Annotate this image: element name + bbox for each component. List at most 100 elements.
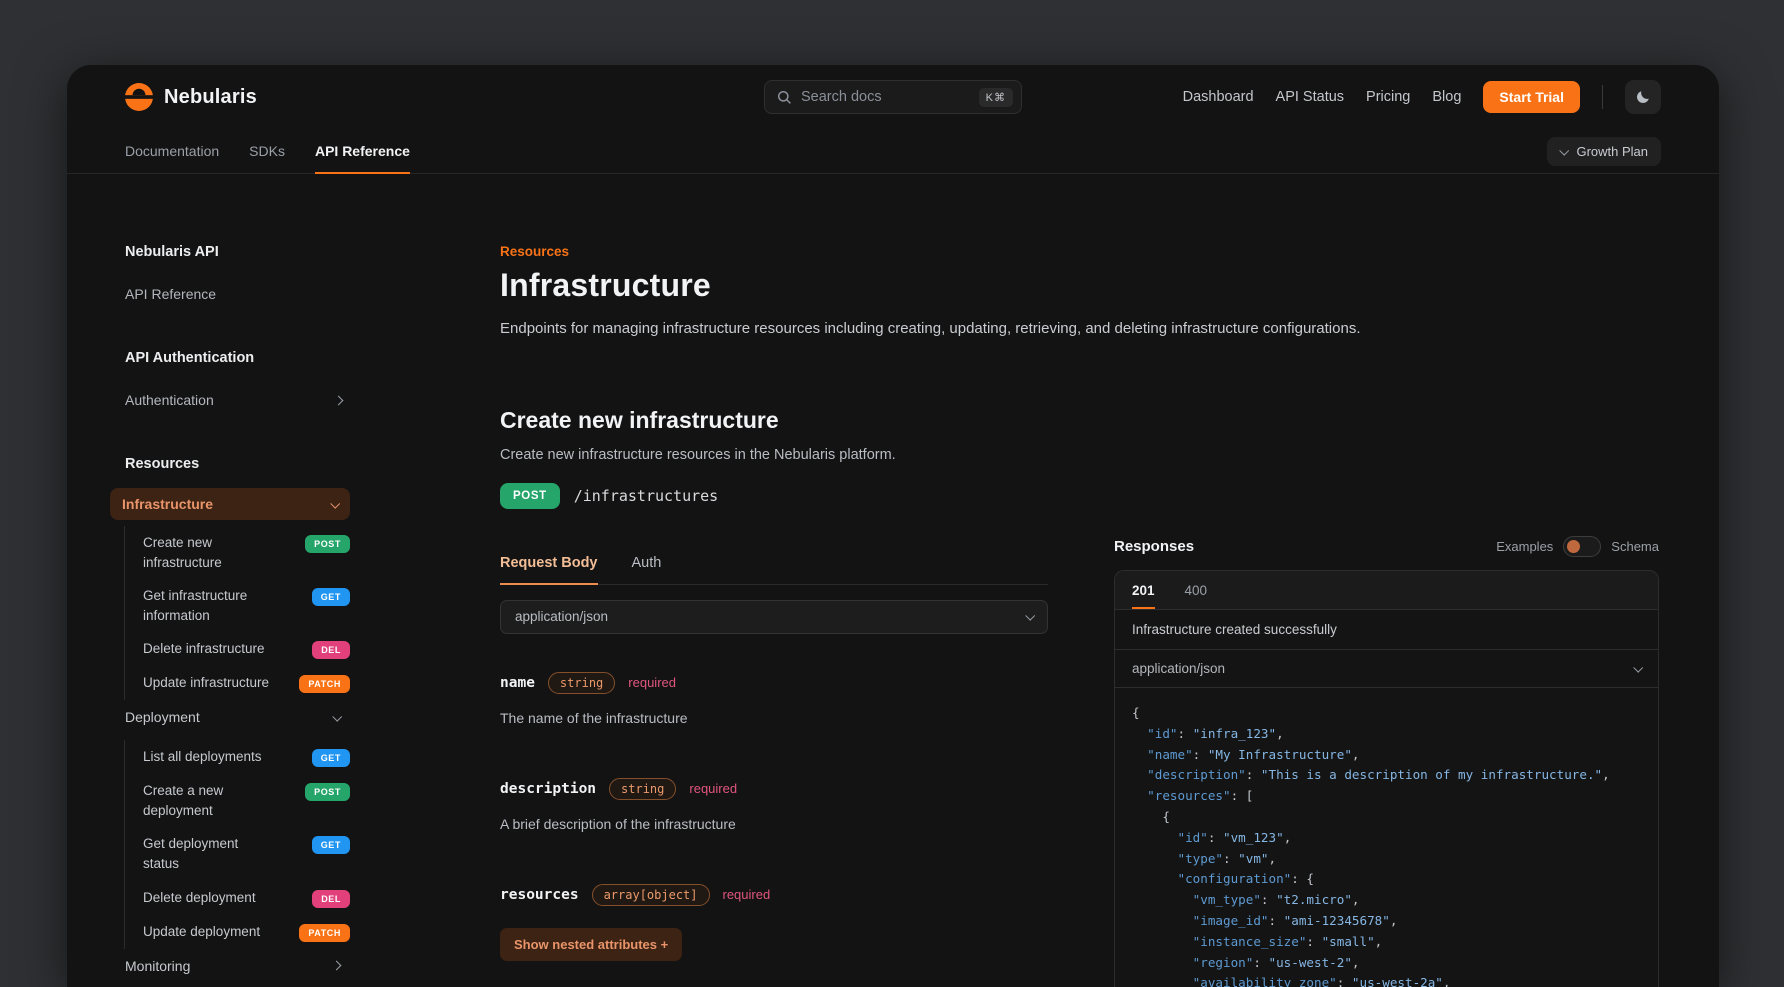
page-title: Infrastructure [500,267,1048,304]
infrastructure-endpoints: Create new infrastructure POST Get infra… [124,526,350,700]
chevron-right-icon [334,395,344,405]
chevron-down-icon [332,712,342,722]
endpoint-path: /infrastructures [574,487,719,505]
sidebar-item-infrastructure[interactable]: Infrastructure [110,488,350,520]
sidebar-item-authentication[interactable]: Authentication [110,392,350,408]
sidebar-item-label: Authentication [125,392,214,408]
param-description-field: description string required A brief desc… [500,778,1048,832]
page-description: Endpoints for managing infrastructure re… [500,318,1400,341]
app-window: Nebularis K⌘ Dashboard API Status Pricin… [67,65,1719,987]
chevron-down-icon [330,498,340,508]
sidebar-item-label: Monitoring [125,958,190,974]
examples-schema-toggle[interactable] [1563,536,1601,557]
tab-documentation[interactable]: Documentation [125,129,219,173]
param-type-pill: string [609,778,676,800]
sidebar-heading-resources: Resources [110,456,350,472]
param-name-label: description [500,781,596,797]
nebularis-logo [125,83,153,111]
chevron-down-icon [1025,611,1035,621]
method-badge: POST [305,535,350,553]
request-tabs: Request Body Auth [500,555,1048,585]
sidebar-endpoint-item[interactable]: List all deployments GET [143,740,350,774]
sidebar-item-api-reference[interactable]: API Reference [110,286,350,302]
status-tabs: 201 400 [1115,571,1658,610]
brand[interactable]: Nebularis [125,83,257,111]
deployment-endpoints: List all deployments GET Create a new de… [124,740,350,948]
response-content-type-select[interactable]: application/json [1115,650,1658,688]
moon-icon [1635,89,1651,105]
search-box[interactable]: K⌘ [764,80,1022,114]
header-links: Dashboard API Status Pricing Blog Start … [1183,80,1661,114]
method-badge: PATCH [299,924,350,942]
sidebar-heading-nebularis-api: Nebularis API [110,244,350,260]
param-description: A brief description of the infrastructur… [500,816,1048,832]
sidebar-item-cost-management[interactable]: Cost Management [110,983,350,987]
header-top-row: Nebularis K⌘ Dashboard API Status Pricin… [125,65,1661,129]
chevron-down-icon [1633,663,1643,673]
param-required-flag: required [628,675,676,690]
keyboard-shortcut-badge: K⌘ [979,88,1013,107]
tab-api-reference[interactable]: API Reference [315,129,410,173]
examples-schema-toggle-group: Examples Schema [1496,536,1659,557]
sidebar-item-label: API Reference [125,286,216,302]
method-badge: DEL [312,890,350,908]
tab-sdks[interactable]: SDKs [249,129,285,173]
dark-mode-toggle[interactable] [1625,80,1661,114]
param-type-pill: array[object] [592,884,710,906]
tab-auth[interactable]: Auth [632,555,662,584]
sidebar-item-label: Deployment [125,709,200,725]
nav-link-api-status[interactable]: API Status [1276,89,1345,105]
breadcrumb: Resources [500,244,1048,259]
show-nested-attributes-button[interactable]: Show nested attributes + [500,928,682,961]
nav-link-blog[interactable]: Blog [1432,89,1461,105]
endpoint-label: Update deployment [143,922,275,942]
sidebar-endpoint-item[interactable]: Create new infrastructure POST [143,526,350,579]
plan-selector[interactable]: Growth Plan [1547,137,1661,166]
endpoint-label: Delete infrastructure [143,639,275,659]
response-message: Infrastructure created successfully [1115,610,1658,650]
search-input[interactable] [801,89,970,105]
endpoint-row: POST /infrastructures [500,483,1048,509]
status-tab-400[interactable]: 400 [1185,571,1208,609]
http-method-badge: POST [500,483,560,509]
sidebar-endpoint-item[interactable]: Delete deployment DEL [143,881,350,915]
nav-link-dashboard[interactable]: Dashboard [1183,89,1254,105]
operation-subtitle: Create new infrastructure resources in t… [500,447,1048,463]
param-required-flag: required [689,781,737,796]
examples-label: Examples [1496,539,1553,554]
response-card: 201 400 Infrastructure created successfu… [1114,570,1659,987]
method-badge: GET [312,749,350,767]
content-type-value: application/json [515,609,608,624]
sidebar-endpoint-item[interactable]: Create a new deployment POST [143,774,350,827]
content: Nebularis API API Reference API Authenti… [67,174,1719,987]
method-badge: PATCH [299,675,350,693]
method-badge: DEL [312,641,350,659]
endpoint-label: Get deployment status [143,834,275,873]
sidebar-endpoint-item[interactable]: Get deployment status GET [143,827,350,880]
sidebar-item-monitoring[interactable]: Monitoring [110,949,350,983]
nav-link-pricing[interactable]: Pricing [1366,89,1410,105]
response-code-block[interactable]: { "id": "infra_123", "name": "My Infrast… [1115,688,1658,987]
brand-name: Nebularis [164,86,257,109]
param-required-flag: required [723,887,771,902]
status-tab-201[interactable]: 201 [1132,571,1155,609]
sidebar-item-deployment[interactable]: Deployment [110,700,350,734]
param-description: The name of the infrastructure [500,710,1048,726]
content-type-select[interactable]: application/json [500,600,1048,634]
responses-title: Responses [1114,538,1194,555]
schema-label: Schema [1611,539,1659,554]
sidebar-endpoint-item[interactable]: Get infrastructure information GET [143,579,350,632]
param-type-pill: string [548,672,615,694]
chevron-right-icon [332,961,342,971]
sidebar-endpoint-item[interactable]: Update deployment PATCH [143,915,350,949]
sidebar-endpoint-item[interactable]: Update infrastructure PATCH [143,666,350,700]
method-badge: POST [305,783,350,801]
tab-request-body[interactable]: Request Body [500,555,598,584]
start-trial-button[interactable]: Start Trial [1483,81,1580,113]
sidebar-endpoint-item[interactable]: Delete infrastructure DEL [143,632,350,666]
toggle-knob [1567,540,1580,553]
param-name-label: resources [500,887,579,903]
method-badge: GET [312,836,350,854]
sidebar: Nebularis API API Reference API Authenti… [110,244,350,987]
endpoint-label: Delete deployment [143,888,275,908]
